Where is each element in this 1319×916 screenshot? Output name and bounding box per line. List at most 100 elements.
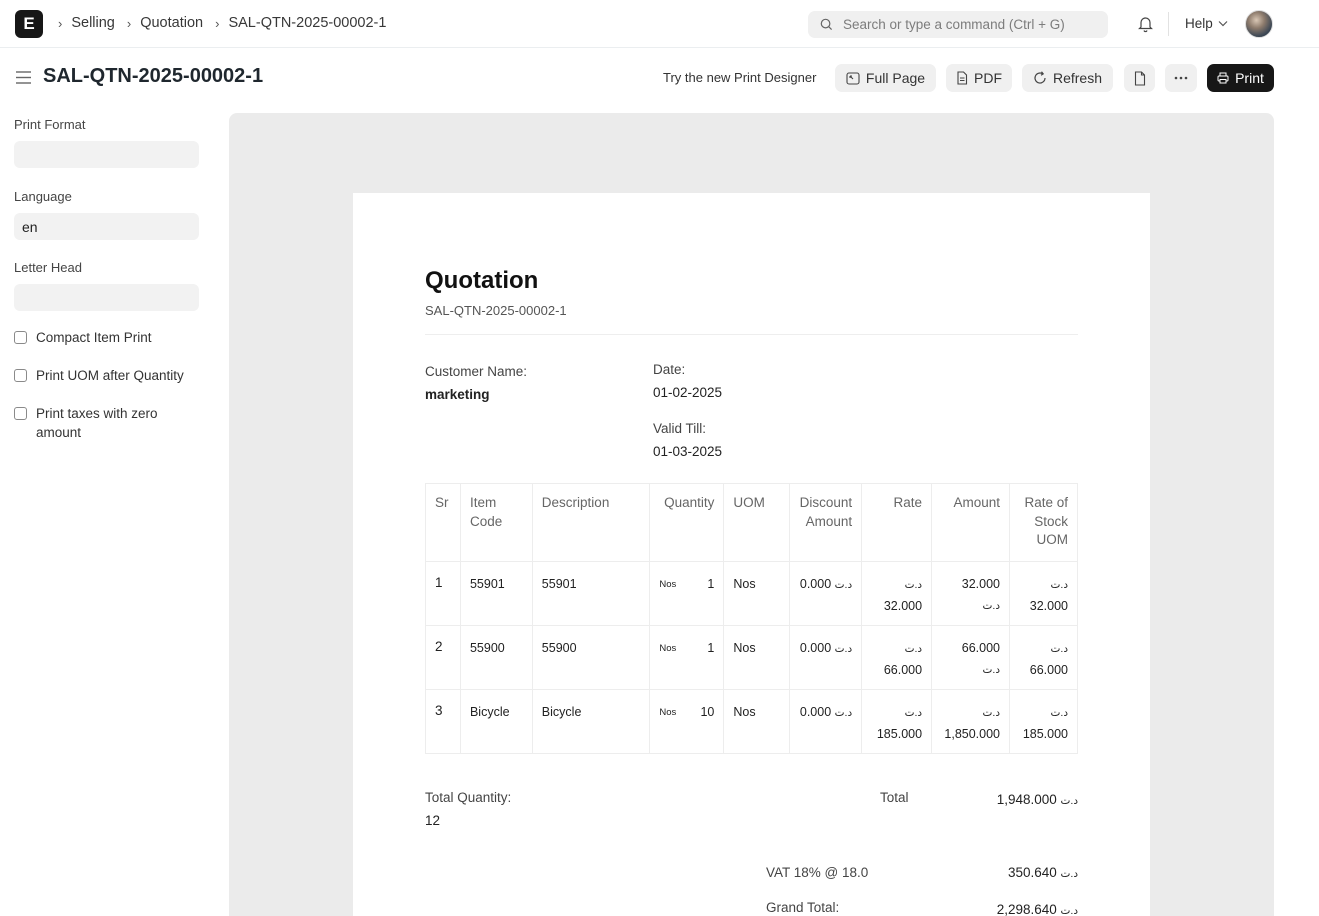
cell-uom: Nos [723,689,791,754]
cell-rate: د.ت 66.000 [861,625,933,690]
vat-value: 350.640 د.ت [945,865,1078,880]
letter-head-label: Letter Head [14,260,82,275]
document-icon [1134,70,1145,86]
cell-rate-stock-value: 32.000 [1029,599,1068,613]
language-input[interactable]: en [14,213,199,240]
cell-discount: 0.000 د.ت [789,561,863,626]
cell-discount-value: 0.000 [799,577,832,591]
print-taxes-zero-option[interactable]: Print taxes with zero amount [14,404,184,442]
print-taxes-zero-label: Print taxes with zero amount [36,406,158,440]
currency-symbol: د.ت [982,600,1000,612]
cell-amount: 32.000 د.ت [931,561,1010,626]
compact-item-print-checkbox[interactable] [14,331,27,344]
compact-item-print-option[interactable]: Compact Item Print [14,328,200,347]
letter-head-input[interactable] [14,284,199,311]
language-label: Language [14,189,72,204]
table-header-row: Sr Item Code Description Quantity UOM Di… [425,483,1078,562]
currency-symbol: د.ت [834,707,853,719]
refresh-label: Refresh [1052,70,1103,86]
pdf-button[interactable]: PDF [946,64,1012,92]
document-title: Quotation [425,267,539,294]
print-uom-after-quantity-label: Print UOM after Quantity [36,368,184,383]
cell-quantity: Nos 10 [649,689,725,754]
app-logo[interactable]: E [15,10,43,38]
print-uom-after-quantity-checkbox[interactable] [14,369,27,382]
currency-symbol: د.ت [1050,579,1068,591]
full-page-label: Full Page [865,70,926,86]
refresh-icon [1034,71,1046,84]
print-uom-after-quantity-option[interactable]: Print UOM after Quantity [14,366,200,385]
cell-qty-uom: Nos [659,579,677,590]
col-description: Description [531,483,651,562]
cell-qty-uom: Nos [659,643,677,654]
cell-qty: 1 [707,577,715,591]
cell-quantity: Nos 1 [649,625,725,690]
currency-symbol: د.ت [834,579,853,591]
col-quantity: Quantity [649,483,725,562]
cell-rate-value: 66.000 [883,663,923,677]
currency-symbol: د.ت [982,664,1000,676]
print-taxes-zero-checkbox[interactable] [14,407,27,420]
print-sheet: Quotation SAL-QTN-2025-00002-1 Customer … [353,193,1150,916]
items-table: Sr Item Code Description Quantity UOM Di… [425,483,1078,754]
cell-amount: د.ت 1,850.000 [931,689,1010,754]
table-row: 2 55900 55900 Nos 1 Nos 0.000 د.ت د.ت 66.0… [425,625,1078,690]
print-format-label: Print Format [14,117,86,132]
cell-rate-value: 185.000 [876,727,923,741]
cell-uom: Nos [723,561,791,626]
cell-sr: 3 [425,689,461,754]
grand-total-amount: 2,298.640 [996,902,1057,916]
search-bar[interactable]: Search or type a command (Ctrl + G) [808,11,1108,38]
cell-qty: 1 [707,641,715,655]
more-options-button[interactable] [1165,64,1197,92]
currency-symbol: د.ت [1050,707,1068,719]
chevron-down-icon [1218,21,1228,27]
cell-discount: 0.000 د.ت [789,625,863,690]
currency-symbol: د.ت [904,579,923,591]
help-label: Help [1185,16,1213,31]
cell-description: 55901 [531,561,651,626]
col-uom: UOM [723,483,791,562]
breadcrumb-quotation[interactable]: Quotation [140,15,203,31]
print-designer-link[interactable]: Try the new Print Designer [663,70,816,85]
cell-rate-stock-value: 185.000 [1022,727,1068,741]
help-dropdown[interactable]: Help [1185,16,1228,31]
breadcrumb-selling[interactable]: Selling [71,15,115,31]
date-label: Date: [653,362,686,377]
top-navbar: E › Selling › Quotation › SAL-QTN-2025-0… [0,0,1319,48]
divider [1168,12,1169,36]
cell-description: Bicycle [531,689,651,754]
vat-label: VAT 18% @ 18.0 [766,865,869,880]
date-value: 01-02-2025 [653,385,723,400]
currency-symbol: د.ت [834,643,853,655]
cell-rate-stock-value: 66.000 [1029,663,1068,677]
col-item-code: Item Code [459,483,533,562]
breadcrumb-current[interactable]: SAL-QTN-2025-00002-1 [228,15,386,31]
cell-item-code: 55900 [459,625,533,690]
customer-name-label: Customer Name: [425,364,528,379]
avatar[interactable] [1245,10,1273,38]
print-format-input[interactable] [14,141,199,168]
refresh-button[interactable]: Refresh [1022,64,1113,92]
cell-description: 55900 [531,625,651,690]
cell-amount: 66.000 د.ت [931,625,1010,690]
total-amount: 1,948.000 [996,792,1057,807]
currency-symbol: د.ت [982,707,1000,719]
currency-symbol: د.ت [904,643,923,655]
cell-item-code: 55901 [459,561,533,626]
print-button[interactable]: Print [1207,64,1274,92]
cell-amount-value: 1,850.000 [944,727,1000,741]
chevron-right-icon: › [215,15,220,31]
full-page-button[interactable]: Full Page [835,64,936,92]
new-document-button[interactable] [1124,64,1155,92]
hamburger-menu-icon[interactable] [15,70,32,85]
currency-symbol: د.ت [1060,795,1078,807]
bell-icon[interactable] [1137,15,1154,33]
currency-symbol: د.ت [1050,643,1068,655]
col-amount: Amount [931,483,1010,562]
total-label: Total [880,790,909,805]
cell-sr: 2 [425,625,461,690]
grand-total-label: Grand Total: [766,900,840,915]
search-icon [820,18,833,31]
cell-discount-value: 0.000 [799,641,832,655]
